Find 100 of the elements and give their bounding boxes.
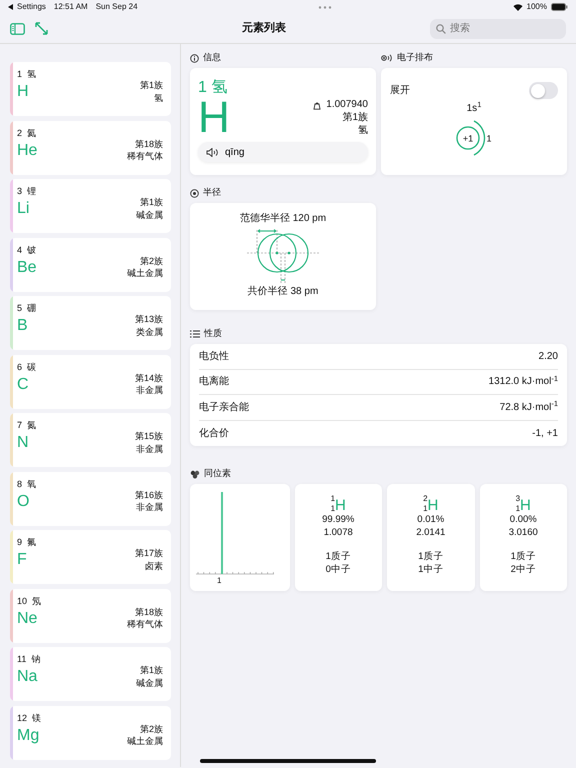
property-value: -1, +1: [532, 426, 558, 441]
element-label: 10 氖: [17, 594, 42, 608]
element-card[interactable]: 8 氧 O 第16族 非金属: [10, 472, 171, 526]
element-label: 1 氢: [17, 68, 36, 81]
sidebar-toggle-icon[interactable]: [10, 22, 25, 34]
element-card[interactable]: 11 钠 Na 第1族 碱金属: [10, 647, 171, 701]
element-category: 稀有气体: [127, 151, 163, 161]
element-group: 第1族: [140, 665, 163, 675]
battery-icon: [551, 3, 568, 11]
element-label: 5 硼: [17, 302, 36, 315]
section-heading: 电子排布: [397, 51, 433, 64]
atomic-mass: 1.007940: [326, 98, 368, 111]
mass-number: 3: [516, 494, 520, 504]
element-card[interactable]: 7 氮 N 第15族 非金属: [10, 413, 171, 467]
speaker-icon: [206, 148, 219, 156]
element-category: 碱金属: [136, 678, 163, 688]
proton-count: 1质子: [510, 551, 536, 562]
mass-number: 2: [423, 494, 428, 504]
element-card[interactable]: 2 氦 He 第18族 稀有气体: [10, 120, 171, 174]
element-card[interactable]: 6 碳 C 第14族 非金属: [10, 354, 171, 408]
back-icon[interactable]: [8, 4, 13, 10]
isotope-abundance: 99.99%: [322, 514, 354, 525]
expand-icon[interactable]: [35, 22, 48, 35]
element-category: 碱土金属: [127, 736, 163, 746]
element-symbol: Be: [17, 258, 37, 278]
section-heading: 信息: [203, 51, 221, 64]
element-symbol: H: [198, 98, 230, 138]
element-label: 6 碳: [17, 360, 36, 374]
element-symbol: Ne: [17, 608, 38, 628]
isotope-symbol: H: [335, 498, 346, 514]
isotope-mass: 2.0141: [416, 526, 446, 538]
element-category: 卤素: [145, 560, 163, 570]
element-label: 3 锂: [17, 185, 36, 198]
battery-percent: 100%: [526, 1, 547, 13]
neutron-count: 1中子: [418, 564, 444, 574]
toggle-label: 展开: [390, 84, 410, 98]
element-card[interactable]: 1 氢 H 第1族 氢: [10, 62, 171, 116]
isotope-abundance: 0.01%: [417, 514, 444, 525]
element-symbol: Mg: [17, 726, 40, 746]
shell-diagram-drawing: +1 1: [454, 119, 494, 157]
broadcast-icon: [381, 54, 393, 62]
back-link[interactable]: Settings: [17, 1, 46, 13]
isotope-mass: 1.0078: [324, 526, 353, 538]
van-der-waals-radius: 范德华半径 120 pm: [240, 212, 326, 226]
target-icon: [190, 188, 199, 198]
pronunciation-button[interactable]: qīng: [198, 142, 368, 162]
element-group: 第1族: [140, 80, 163, 90]
section-heading: 半径: [203, 186, 221, 200]
property-value: 1312.0 kJ·mol$^{-1}$: [488, 374, 558, 390]
element-category: 氢: [358, 125, 368, 136]
wifi-icon: [512, 3, 523, 11]
element-card[interactable]: 5 硼 B 第13族 类金属: [10, 296, 171, 350]
expand-toggle[interactable]: [529, 82, 558, 99]
element-card[interactable]: 10 氖 Ne 第18族 稀有气体: [10, 588, 171, 642]
element-category: 稀有气体: [127, 619, 163, 629]
element-card[interactable]: 9 氟 F 第17族 卤素: [10, 530, 171, 584]
element-category: 碱土金属: [127, 268, 163, 278]
element-category: 非金属: [136, 444, 163, 454]
isotope-symbol: H: [520, 498, 531, 514]
element-symbol: O: [17, 492, 30, 512]
property-value: 2.20: [538, 350, 558, 364]
section-heading: 性质: [204, 327, 222, 340]
atomic-number: 1: [330, 504, 336, 514]
element-label: 2 氦: [17, 126, 36, 140]
axis-label: 1: [217, 576, 222, 585]
element-group: 第14族: [134, 372, 163, 382]
element-card[interactable]: 12 镁 Mg 第2族 碱土金属: [10, 706, 171, 760]
multitasking-dots-icon[interactable]: [318, 6, 332, 8]
element-category: 氢: [154, 92, 163, 102]
neutron-count: 0中子: [326, 564, 351, 574]
search-field[interactable]: 搜索: [430, 18, 566, 38]
element-label: 9 氟: [17, 536, 36, 549]
element-card[interactable]: 3 锂 Li 第1族 碱金属: [10, 179, 171, 233]
isotope-abundance: 0.00%: [510, 514, 537, 525]
isotope-mass: 3.0160: [508, 526, 538, 538]
element-symbol: F: [17, 550, 27, 570]
element-label: 12 镁: [17, 712, 42, 724]
element-category: 非金属: [136, 385, 163, 395]
element-symbol: C: [17, 374, 29, 394]
element-category: 非金属: [136, 502, 163, 512]
radius-diagram-drawing: [247, 226, 319, 284]
atom-stack-icon: [190, 470, 200, 478]
element-symbol: Li: [17, 199, 30, 219]
element-group: 第18族: [134, 138, 163, 148]
element-group: 第16族: [134, 490, 163, 500]
status-date: Sun Sep 24: [96, 1, 138, 13]
proton-count: 1质子: [418, 551, 444, 562]
element-card[interactable]: 4 铍 Be 第2族 碱土金属: [10, 238, 171, 292]
info-icon: [190, 54, 199, 62]
weight-icon: [312, 100, 322, 110]
property-label: 电子亲合能: [199, 400, 249, 415]
mass-number: 1: [330, 494, 336, 504]
element-symbol: Na: [17, 667, 38, 687]
proton-count: 1质子: [326, 551, 351, 562]
element-label: 11 钠: [17, 653, 40, 666]
element-group: 第18族: [134, 606, 163, 616]
element-label: 7 氮: [17, 419, 36, 432]
atomic-number: 1: [516, 504, 520, 514]
element-group: 第17族: [134, 548, 163, 558]
element-group: 第13族: [134, 314, 163, 324]
